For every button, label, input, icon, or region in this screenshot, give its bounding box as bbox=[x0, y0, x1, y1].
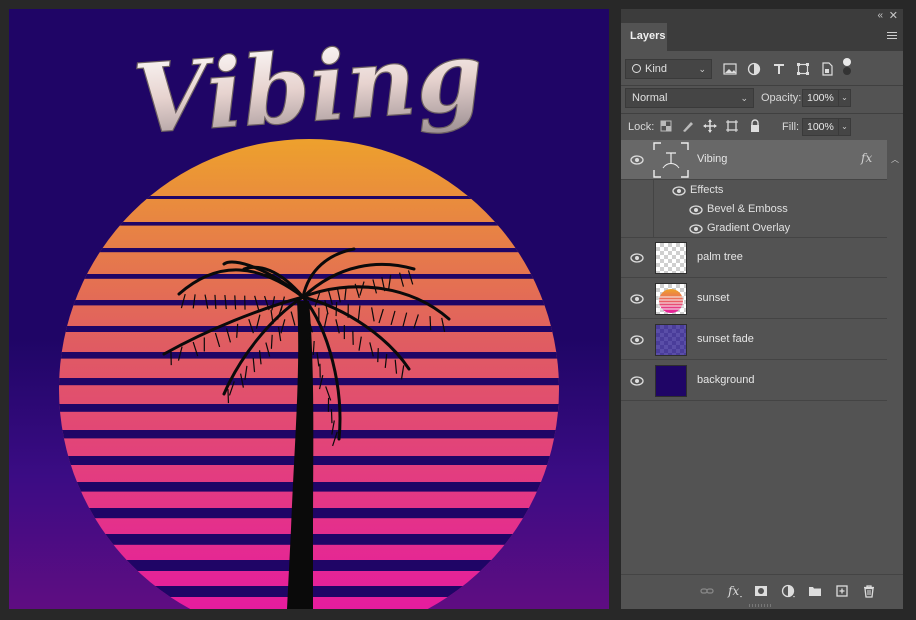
chevron-down-icon: ⌄ bbox=[698, 60, 706, 78]
panel-tabbar: Layers bbox=[621, 23, 903, 51]
blend-row: Normal ⌄ Opacity: 100% ⌄ bbox=[621, 88, 903, 110]
lock-label: Lock: bbox=[628, 121, 654, 133]
palm-leaflet bbox=[430, 316, 431, 330]
document-canvas[interactable]: Vibing bbox=[9, 9, 609, 609]
eye-icon[interactable] bbox=[630, 376, 644, 386]
eye-icon[interactable] bbox=[689, 205, 703, 215]
filter-kind-dropdown[interactable]: Kind ⌄ bbox=[625, 59, 712, 79]
palm-leaflet bbox=[336, 302, 337, 316]
layer-row-background[interactable]: background bbox=[621, 361, 887, 401]
effects-label[interactable]: Effects bbox=[690, 184, 723, 196]
lock-artboard-icon[interactable] bbox=[725, 119, 739, 133]
palm-leaflet bbox=[378, 348, 379, 362]
tab-layers[interactable]: Layers bbox=[621, 23, 667, 51]
eye-icon[interactable] bbox=[689, 224, 703, 234]
adjustment-icon[interactable] bbox=[781, 584, 795, 598]
blend-mode-dropdown[interactable]: Normal ⌄ bbox=[625, 88, 754, 108]
lock-all-icon[interactable] bbox=[748, 119, 762, 133]
layer-name[interactable]: sunset bbox=[697, 292, 729, 304]
layer-row-palm-tree[interactable]: palm tree bbox=[621, 238, 887, 278]
resize-grip[interactable] bbox=[749, 604, 773, 607]
sun-stripe bbox=[9, 248, 609, 252]
palm-leaflet bbox=[271, 335, 272, 349]
fx-icon[interactable]: fx bbox=[861, 151, 872, 165]
opacity-input[interactable]: 100% bbox=[802, 89, 839, 107]
type-filter-icon[interactable] bbox=[771, 61, 787, 77]
smart-object-filter-icon[interactable] bbox=[819, 61, 835, 77]
fill-chevron-icon[interactable]: ⌄ bbox=[838, 118, 851, 136]
eye-icon[interactable] bbox=[672, 186, 686, 196]
effects-collapse-toggle[interactable]: ︿ bbox=[887, 140, 903, 180]
layer-name[interactable]: Vibing bbox=[697, 153, 727, 165]
sun-stripe bbox=[9, 222, 609, 226]
filter-toggle-icon[interactable] bbox=[841, 57, 853, 77]
fx-icon[interactable]: fx bbox=[727, 584, 743, 598]
lock-position-icon[interactable] bbox=[703, 119, 717, 133]
eye-icon[interactable] bbox=[630, 253, 644, 263]
new-layer-icon[interactable] bbox=[835, 584, 849, 598]
layer-thumbnail bbox=[655, 144, 687, 176]
panel-menu-icon[interactable] bbox=[887, 32, 897, 41]
effect-item-gradient-overlay[interactable]: Gradient Overlay bbox=[707, 222, 790, 234]
eye-icon[interactable] bbox=[630, 335, 644, 345]
palm-leaflet bbox=[235, 295, 236, 309]
opacity-chevron-icon[interactable]: ⌄ bbox=[838, 89, 851, 107]
layer-effects-block: Effects Bevel & Emboss Gradient Overlay bbox=[621, 180, 887, 238]
text-layer-thumbnail-icon bbox=[653, 142, 689, 178]
panel-topbar: « ✕ bbox=[621, 9, 903, 23]
opacity-label: Opacity: bbox=[761, 92, 801, 104]
canvas-area: Vibing bbox=[0, 0, 616, 620]
lock-row: Lock: Fill: 100% ⌄ bbox=[621, 117, 903, 139]
layer-name[interactable]: sunset fade bbox=[697, 333, 754, 345]
effect-item-bevel[interactable]: Bevel & Emboss bbox=[707, 203, 788, 215]
chevron-down-icon: ⌄ bbox=[740, 89, 748, 107]
image-filter-icon[interactable] bbox=[722, 61, 738, 77]
layer-row-vibing[interactable]: Vibing fx bbox=[621, 140, 887, 180]
filter-kind-label: Kind bbox=[645, 63, 667, 75]
divider bbox=[621, 85, 903, 86]
mask-icon[interactable] bbox=[754, 584, 768, 598]
blend-mode-value: Normal bbox=[632, 92, 667, 104]
canvas-artwork: Vibing bbox=[9, 9, 609, 609]
filter-row: Kind ⌄ bbox=[621, 59, 903, 81]
layer-thumbnail bbox=[655, 283, 687, 315]
trash-icon[interactable] bbox=[862, 584, 876, 598]
divider bbox=[621, 113, 903, 114]
search-icon bbox=[632, 64, 641, 73]
layers-panel: « ✕ Layers Kind ⌄ Normal ⌄ Opacity: 100%… bbox=[621, 9, 903, 608]
layer-row-sunset-fade[interactable]: sunset fade bbox=[621, 320, 887, 360]
panel-bottom-bar: fx bbox=[621, 574, 903, 609]
sun-stripe bbox=[9, 196, 609, 199]
lock-transparent-pixels-icon[interactable] bbox=[659, 119, 673, 133]
layer-thumbnail bbox=[655, 324, 687, 356]
palm-leaflet bbox=[228, 389, 229, 403]
fill-input[interactable]: 100% bbox=[802, 118, 839, 136]
eye-icon[interactable] bbox=[630, 294, 644, 304]
lock-image-pixels-icon[interactable] bbox=[681, 119, 695, 133]
canvas-title-text: Vibing bbox=[130, 19, 487, 156]
fill-label: Fill: bbox=[782, 121, 799, 133]
layer-thumbnail bbox=[655, 242, 687, 274]
shape-filter-icon[interactable] bbox=[795, 61, 811, 77]
layer-thumbnail bbox=[655, 365, 687, 397]
chevron-up-icon: ︿ bbox=[891, 154, 899, 165]
palm-leaflet bbox=[331, 409, 332, 423]
adjustment-filter-icon[interactable] bbox=[746, 61, 762, 77]
layer-name[interactable]: background bbox=[697, 374, 755, 386]
collapse-icon[interactable]: « bbox=[877, 10, 883, 21]
close-icon[interactable]: ✕ bbox=[889, 9, 898, 22]
layer-name[interactable]: palm tree bbox=[697, 251, 743, 263]
link-icon[interactable] bbox=[700, 584, 714, 598]
svg-text:fx: fx bbox=[727, 584, 739, 598]
layer-row-sunset[interactable]: sunset bbox=[621, 279, 887, 319]
folder-icon[interactable] bbox=[808, 584, 822, 598]
sunset-thumbnail-image bbox=[656, 284, 686, 314]
eye-icon[interactable] bbox=[630, 155, 644, 165]
